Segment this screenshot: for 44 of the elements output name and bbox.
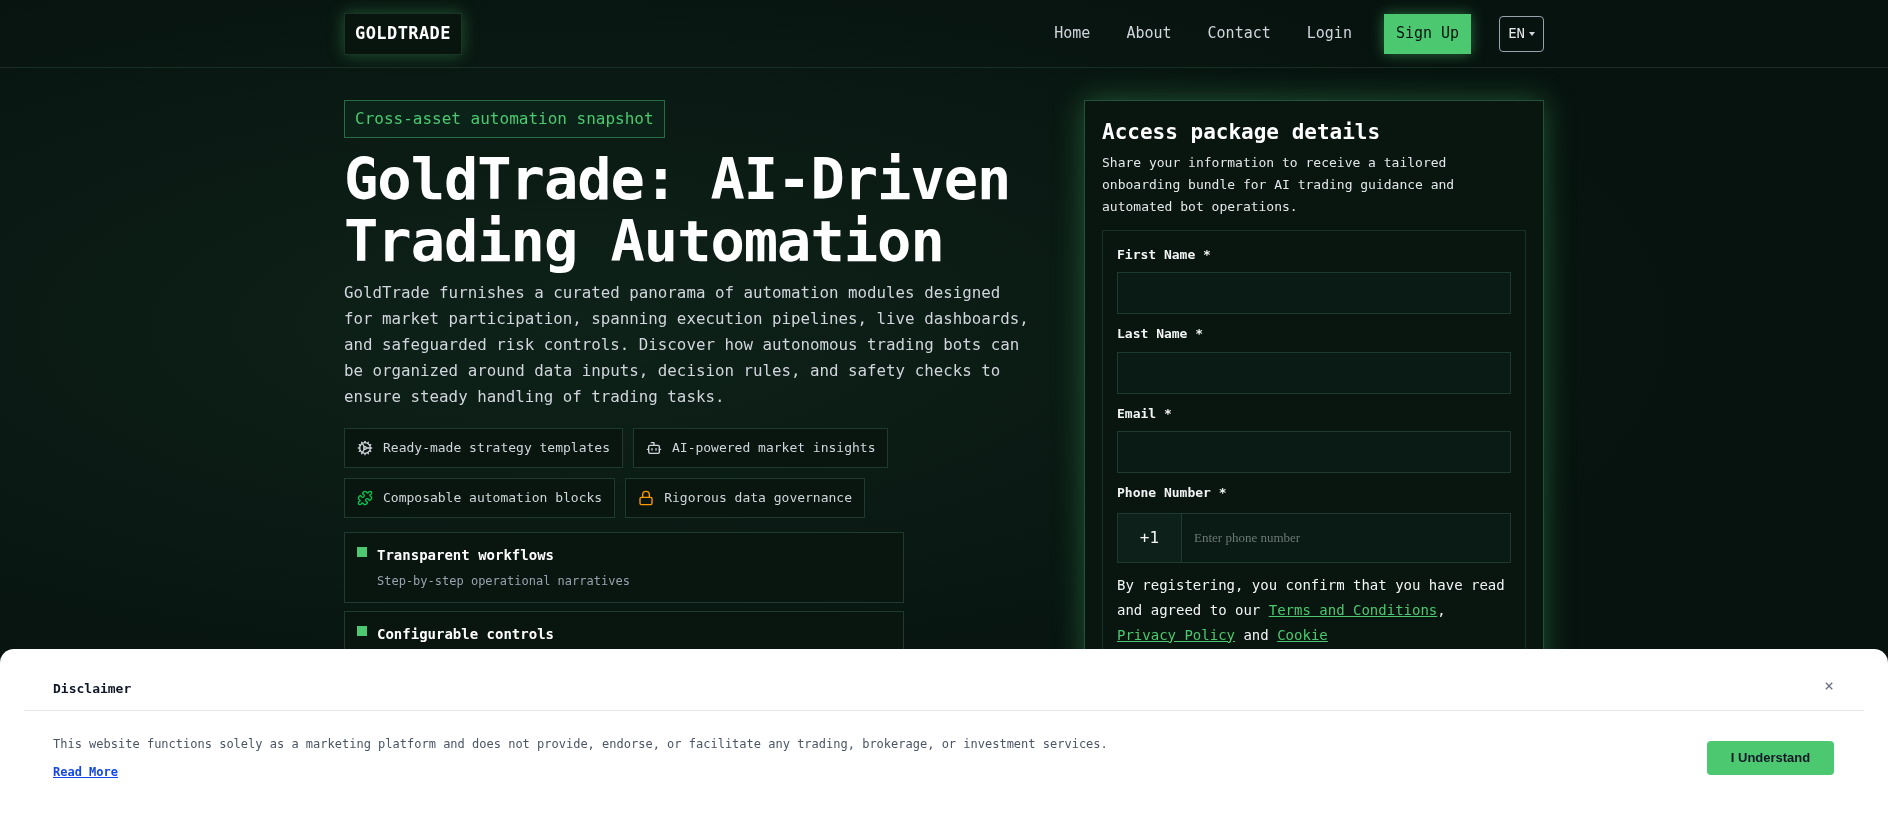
badge: Cross-asset automation snapshot	[344, 100, 665, 138]
language-button[interactable]: EN	[1499, 15, 1544, 52]
logo[interactable]: GOLDTRADE	[344, 12, 462, 55]
read-more-link[interactable]: Read More	[53, 763, 119, 781]
nav-link[interactable]: Login	[1294, 14, 1364, 53]
gear-icon	[357, 440, 373, 456]
puzzle-icon	[357, 490, 373, 506]
form-description: Share your information to receive a tailored onboarding bundle for AI trading guidance and automated bot operations.	[1102, 153, 1456, 216]
square-icon	[357, 547, 367, 557]
field-label: Phone Number *	[1117, 484, 1228, 502]
card-subtitle: Step-by-step operational narratives	[377, 573, 630, 590]
input-field[interactable]	[1117, 272, 1511, 314]
field-label: First Name *	[1117, 245, 1212, 264]
close-button[interactable]: ×	[1824, 674, 1834, 698]
feature-label: Composable automation blocks	[383, 489, 603, 508]
hero-description: GoldTrade furnishes a curated panorama of automation modules designed for market participation, spanning execution pipelines, live dashboards, and safeguarded risk controls. Discover how autonomous trading bots can be organized around data inputs, decision rules, and safety checks to ensure steady handling of trading tasks.	[344, 282, 1030, 408]
input-field[interactable]	[1117, 351, 1511, 394]
understand-button[interactable]: I Understand	[1707, 741, 1834, 775]
hero-title: GoldTrade: AI-Driven Trading Automation	[344, 148, 1012, 272]
square-icon	[357, 626, 367, 636]
robot-icon	[646, 440, 662, 456]
form-title: Access package details	[1102, 119, 1382, 146]
feature-label: AI-powered market insights	[672, 439, 876, 458]
feature-label: Rigorous data governance	[664, 489, 852, 508]
consent-text: By registering, you confirm that you have read and agreed to our Terms and Conditions, Privacy Policy and Cookie	[1117, 575, 1506, 645]
nav-link[interactable]: About	[1114, 14, 1184, 53]
feature-label: Ready-made strategy templates	[383, 439, 610, 458]
phone-field[interactable]: +1 Enter phone number	[1117, 512, 1511, 563]
field-label: Email *	[1117, 404, 1173, 423]
card-title: Configurable controls	[377, 625, 554, 644]
policy-link[interactable]: Terms and Conditions	[1268, 601, 1438, 618]
input-field[interactable]	[1117, 431, 1511, 473]
disclaimer-text: This website functions solely as a marketing platform and does not provide, endorse, or facilitate any trading, brokerage, or investment services.	[53, 736, 1108, 753]
nav-link[interactable]: Home	[1042, 14, 1103, 53]
field-label: Last Name *	[1117, 325, 1205, 343]
sign-up-button[interactable]: Sign Up	[1383, 13, 1472, 54]
disclaimer-title: Disclaimer	[53, 679, 132, 698]
country-code[interactable]: +1	[1118, 513, 1182, 562]
policy-link[interactable]: Cookie	[1277, 626, 1328, 643]
nav-link[interactable]: Contact	[1195, 14, 1283, 53]
caret-icon	[1529, 31, 1535, 36]
lock-icon	[638, 490, 655, 506]
card-title: Transparent workflows	[377, 546, 555, 565]
policy-link[interactable]: Privacy Policy	[1117, 626, 1235, 643]
